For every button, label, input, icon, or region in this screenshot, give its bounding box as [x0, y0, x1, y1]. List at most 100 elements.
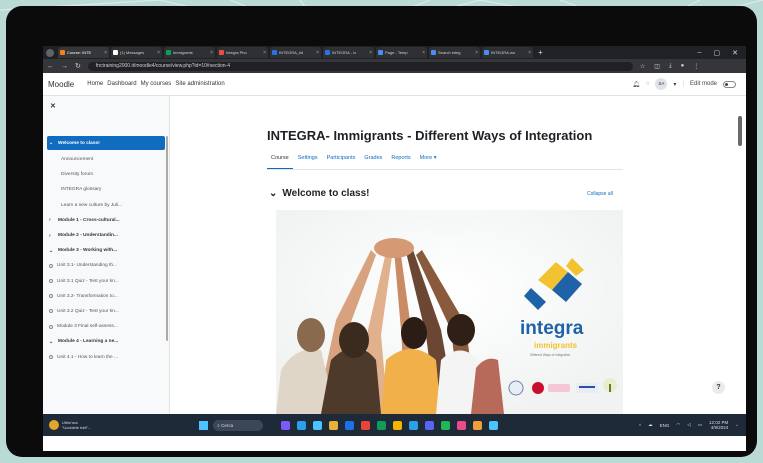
course-index-activity[interactable]: Unit 3.1- Understanding th...: [47, 258, 165, 273]
tray-chevron-icon[interactable]: ^: [639, 423, 641, 428]
chevron-icon[interactable]: ›: [49, 233, 58, 239]
browser-tab[interactable]: INTEGRA-wo ×: [482, 47, 533, 58]
taskbar-app-icon[interactable]: [409, 420, 419, 430]
profile-icon[interactable]: ●: [681, 63, 685, 70]
close-tab-icon[interactable]: ×: [475, 50, 478, 56]
course-index-activity[interactable]: Diversity forum: [47, 167, 165, 182]
help-button[interactable]: ?: [712, 381, 725, 394]
language-icon[interactable]: ENG: [660, 423, 670, 428]
taskbar-app-icon[interactable]: [281, 420, 291, 430]
cloud-icon[interactable]: ☁: [648, 422, 653, 428]
user-menu-chevron-icon[interactable]: ▾: [673, 81, 676, 88]
taskbar-app-icon[interactable]: [329, 420, 339, 430]
section-collapse-chevron-icon[interactable]: ⌄: [269, 188, 277, 199]
taskbar-app-icon[interactable]: [361, 420, 371, 430]
browser-tab[interactable]: INTEGRA_kit ×: [270, 47, 321, 58]
forward-icon[interactable]: →: [61, 63, 68, 70]
course-index-activity[interactable]: Announcement: [47, 152, 165, 167]
messages-icon[interactable]: ◌: [646, 81, 650, 87]
new-tab-icon[interactable]: +: [538, 48, 543, 57]
chevron-icon[interactable]: ⌄: [49, 248, 58, 254]
back-icon[interactable]: ←: [47, 63, 54, 70]
course-index-activity[interactable]: Module 3 Final self-assess...: [47, 319, 165, 334]
close-tab-icon[interactable]: ×: [369, 50, 372, 56]
chevron-icon[interactable]: ⌄: [49, 339, 58, 345]
minimize-icon[interactable]: –: [698, 49, 702, 57]
clock[interactable]: 12:02 PM 4/9/2024: [709, 420, 728, 430]
close-tab-icon[interactable]: ×: [528, 50, 531, 56]
course-index-activity[interactable]: Unit 3.2- Transformation to...: [47, 289, 165, 304]
browser-tab[interactable]: Page - Temp ×: [376, 47, 427, 58]
close-window-icon[interactable]: ✕: [732, 49, 738, 57]
tab-settings[interactable]: Settings: [298, 155, 318, 161]
taskbar-app-icon[interactable]: [441, 420, 451, 430]
browser-tab[interactable]: INTEGRA - Ic ×: [323, 47, 374, 58]
windows-start-icon[interactable]: [199, 420, 209, 430]
bookmark-star-icon[interactable]: ☆: [640, 63, 645, 70]
course-index-activity[interactable]: Learn a new culture by Juli...: [47, 198, 165, 213]
section-header[interactable]: ⌄ Welcome to class!: [269, 188, 369, 199]
download-icon[interactable]: ⤓: [669, 63, 672, 70]
nav-site-administration[interactable]: Site administration: [175, 81, 224, 87]
course-index-activity[interactable]: Unit 3.2 Quiz - Test your kn...: [47, 304, 165, 319]
browser-tab[interactable]: Integra Pho ×: [217, 47, 268, 58]
notifications-icon[interactable]: ◔: [735, 423, 738, 428]
close-tab-icon[interactable]: ×: [104, 50, 107, 56]
close-tab-icon[interactable]: ×: [157, 50, 160, 56]
taskbar-app-icon[interactable]: [377, 420, 387, 430]
close-tab-icon[interactable]: ×: [210, 50, 213, 56]
drawer-scrollbar[interactable]: [166, 136, 168, 341]
taskbar-app-icon[interactable]: [425, 420, 435, 430]
chevron-icon[interactable]: ⌄: [49, 140, 58, 146]
tab-grades[interactable]: Grades: [364, 155, 382, 161]
notifications-bell-icon[interactable]: 🔔︎: [632, 81, 640, 88]
tab-reports[interactable]: Reports: [391, 155, 410, 161]
course-index-activity[interactable]: Unit 4.1 - How to learn the ...: [47, 349, 165, 364]
user-avatar[interactable]: SA: [655, 78, 668, 90]
browser-tab[interactable]: Immigrants ×: [164, 47, 215, 58]
tab-more[interactable]: More ▾: [420, 155, 437, 161]
close-tab-icon[interactable]: ×: [422, 50, 425, 56]
taskbar-app-icon[interactable]: [489, 420, 499, 430]
taskbar-app-icon[interactable]: [313, 420, 323, 430]
taskbar-search-box[interactable]: ⌕ Cerca: [213, 419, 264, 431]
wifi-icon[interactable]: ◠: [676, 422, 680, 428]
taskbar-app-icon[interactable]: [393, 420, 403, 430]
battery-icon[interactable]: ▭: [698, 422, 702, 428]
reload-icon[interactable]: ↻: [75, 62, 81, 70]
window-menu-icon[interactable]: [46, 48, 54, 57]
nav-home[interactable]: Home: [87, 81, 103, 87]
taskbar-app-icon[interactable]: [473, 420, 483, 430]
taskbar-app-icon[interactable]: [457, 420, 467, 430]
nav-my-courses[interactable]: My courses: [141, 81, 172, 87]
course-index-section[interactable]: › Module 1 - Cross-cultural...: [47, 213, 165, 228]
course-index-section[interactable]: ⌄ Module 3 - Working with...: [47, 243, 165, 258]
maximize-icon[interactable]: ▢: [714, 49, 721, 57]
volume-icon[interactable]: ◁: [687, 422, 690, 428]
browser-tab[interactable]: (1) Messages ×: [111, 47, 162, 58]
tab-participants[interactable]: Participants: [327, 155, 356, 161]
close-tab-icon[interactable]: ×: [316, 50, 319, 56]
main-scrollbar[interactable]: [738, 116, 742, 146]
tab-course[interactable]: Course: [271, 155, 289, 161]
close-drawer-icon[interactable]: ✕: [50, 102, 56, 110]
browser-tab[interactable]: Course: INTE ×: [58, 47, 109, 58]
site-brand[interactable]: Moodle: [48, 80, 74, 89]
course-index-activity[interactable]: INTEGRA glossary: [47, 182, 165, 197]
taskbar-app-icon[interactable]: [297, 420, 307, 430]
nav-dashboard[interactable]: Dashboard: [107, 81, 136, 87]
extensions-icon[interactable]: ◫: [654, 63, 660, 70]
chevron-icon[interactable]: ›: [49, 217, 58, 223]
url-input[interactable]: fnctraining2000.it/moodle4/course/view.p…: [87, 61, 633, 71]
course-index-section[interactable]: ⌄ Module 4 - Learning a ne...: [47, 334, 165, 349]
taskbar-app-icon[interactable]: [345, 420, 355, 430]
edit-mode-toggle[interactable]: [723, 80, 736, 88]
close-tab-icon[interactable]: ×: [263, 50, 266, 56]
news-widget[interactable]: Ultim'ora "Uccidete tutti"...: [49, 420, 91, 430]
course-index-section[interactable]: › Module 2 - Understandin...: [47, 228, 165, 243]
course-index-section[interactable]: ⌄ Welcome to class!: [47, 136, 165, 150]
collapse-all-link[interactable]: Collapse all: [587, 191, 613, 197]
course-index-activity[interactable]: Unit 3.1 Quiz - Test your kn...: [47, 274, 165, 289]
browser-menu-icon[interactable]: ⋮: [693, 63, 699, 70]
browser-tab[interactable]: Search integ ×: [429, 47, 480, 58]
